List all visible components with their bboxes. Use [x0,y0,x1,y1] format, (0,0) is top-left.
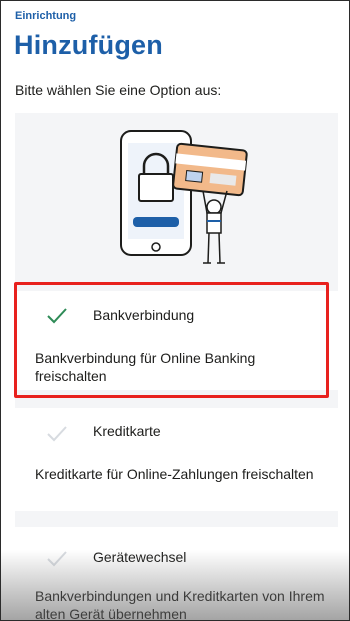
check-icon [47,551,67,567]
option-card-geraetewechsel[interactable]: Gerätewechsel Bankverbindungen und Kredi… [15,527,338,621]
instruction-text: Bitte wählen Sie eine Option aus: [15,82,222,98]
app-screen: Einrichtung Hinzufügen Bitte wählen Sie … [0,0,350,621]
section-overline: Einrichtung [15,10,77,22]
option-card-kreditkarte[interactable]: Kreditkarte Kreditkarte für Online-Zahlu… [15,408,338,511]
option-description: Bankverbindungen und Kreditkarten von Ih… [35,588,325,621]
option-title: Kreditkarte [93,423,161,439]
option-description: Kreditkarte für Online-Zahlungen freisch… [35,466,314,482]
option-title: Gerätewechsel [93,549,187,565]
check-icon [47,426,67,442]
page-title: Hinzufügen [14,30,163,60]
selection-highlight [14,282,329,398]
phone-lock-credit-card-icon [120,130,248,264]
